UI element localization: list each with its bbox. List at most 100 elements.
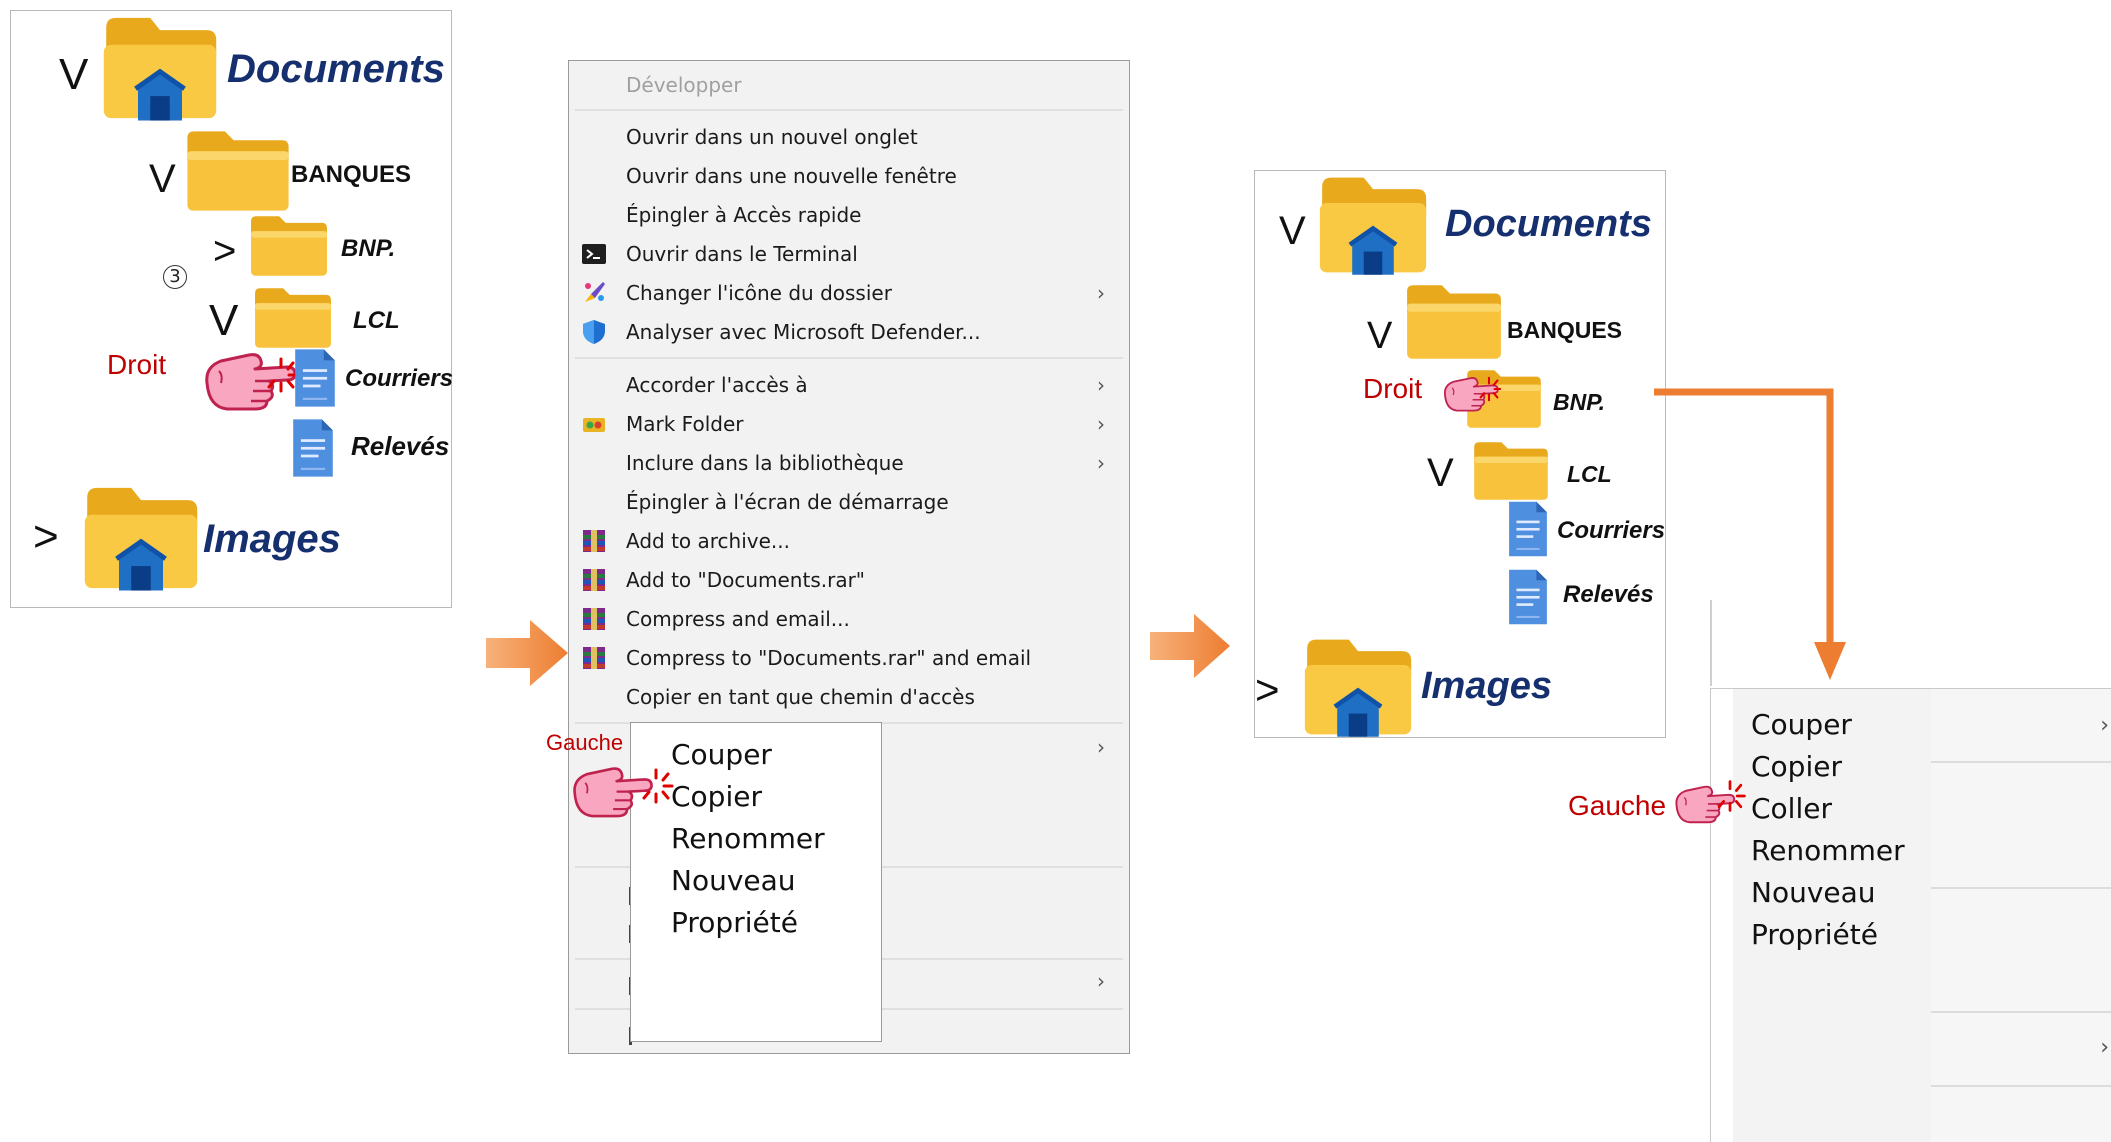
- expand-caret-images[interactable]: >: [33, 515, 59, 559]
- menu-item-inclure-bibliotheque[interactable]: Inclure dans la bibliothèque ›: [569, 443, 1129, 482]
- explorer-tree-panel-2: V Documents V BANQUES Droit BNP. V LCL C…: [1254, 170, 1666, 738]
- winrar-icon: [581, 528, 607, 554]
- menu-item-developper: Développer: [569, 65, 1129, 104]
- menu-item-compress-email[interactable]: Compress and email...: [569, 599, 1129, 638]
- menu-label: Changer l'icône du dossier: [626, 280, 892, 305]
- menu-separator: [1931, 761, 2111, 763]
- step-marker-3: 3: [163, 265, 187, 289]
- submenu-item-coller[interactable]: Coller: [1751, 795, 1832, 823]
- menu-item-ouvrir-fenetre[interactable]: Ouvrir dans une nouvelle fenêtre: [569, 156, 1129, 195]
- menu-item-accorder-acces[interactable]: Accorder l'accès à ›: [569, 365, 1129, 404]
- menu-separator: [575, 357, 1123, 359]
- menu-separator: [575, 109, 1123, 111]
- menu-label: Épingler à l'écran de démarrage: [626, 489, 949, 514]
- tree-item-releves[interactable]: Relevés: [351, 433, 449, 459]
- menu-right-region: [1931, 689, 2111, 1142]
- documents-folder-icon: [97, 13, 223, 123]
- expand-caret-documents[interactable]: V: [1279, 211, 1306, 251]
- menu-item-compress-to-rar-email[interactable]: Compress to "Documents.rar" and email: [569, 638, 1129, 677]
- menu-item-epingler-demarrage[interactable]: Épingler à l'écran de démarrage: [569, 482, 1129, 521]
- menu-label: Ouvrir dans un nouvel onglet: [626, 124, 918, 149]
- submenu-item-copier[interactable]: Copier: [1751, 753, 1842, 781]
- submenu-item-nouveau[interactable]: Nouveau: [671, 867, 796, 895]
- menu-item-ouvrir-onglet[interactable]: Ouvrir dans un nouvel onglet: [569, 117, 1129, 156]
- winrar-icon: [581, 567, 607, 593]
- courriers-doc-icon: [1507, 499, 1549, 559]
- tree-item-images[interactable]: Images: [203, 519, 341, 559]
- menu-separator: [1931, 1011, 2111, 1013]
- courriers-doc-icon: [293, 347, 337, 409]
- menu-label: Add to archive...: [626, 528, 790, 553]
- releves-doc-icon: [1507, 567, 1549, 627]
- expand-caret-lcl[interactable]: V: [209, 299, 238, 343]
- divider-line: [1710, 600, 1712, 686]
- droit-label: Droit: [107, 349, 167, 380]
- submenu-item-copier[interactable]: Copier: [671, 783, 762, 811]
- submenu-item-renommer[interactable]: Renommer: [671, 825, 825, 853]
- menu-item-analyser-defender[interactable]: Analyser avec Microsoft Defender...: [569, 312, 1129, 351]
- orange-connector-arrow: [1654, 388, 1846, 680]
- submenu-chevron-icon: ›: [1097, 372, 1105, 397]
- tree-item-banques[interactable]: BANQUES: [291, 163, 411, 187]
- gauche-label-2: Gauche: [1568, 790, 1667, 821]
- defender-shield-icon: [583, 319, 605, 344]
- menu-item-ouvrir-terminal[interactable]: Ouvrir dans le Terminal: [569, 234, 1129, 273]
- submenu-item-propriete[interactable]: Propriété: [671, 909, 798, 937]
- tree-item-lcl[interactable]: LCL: [1567, 463, 1612, 486]
- menu-label: Inclure dans la bibliothèque: [626, 450, 904, 475]
- menu-item-mark-folder[interactable]: Mark Folder ›: [569, 404, 1129, 443]
- click-burst-icon: [1712, 778, 1748, 814]
- images-folder-icon: [79, 483, 203, 593]
- expand-caret-images[interactable]: >: [1255, 669, 1280, 711]
- gauche-label-1: Gauche: [546, 730, 624, 755]
- documents-folder-icon: [1315, 173, 1431, 277]
- expand-caret-banques[interactable]: V: [1367, 317, 1392, 355]
- submenu-chevron-icon: ›: [1097, 450, 1105, 475]
- releves-doc-icon: [291, 417, 335, 479]
- tree-item-images[interactable]: Images: [1421, 667, 1552, 705]
- images-folder-icon: [1299, 635, 1417, 739]
- menu-item-epingler-acces-rapide[interactable]: Épingler à Accès rapide: [569, 195, 1129, 234]
- menu-label: Mark Folder: [626, 411, 744, 436]
- expand-caret-documents[interactable]: V: [59, 53, 88, 97]
- submenu-item-couper[interactable]: Couper: [671, 741, 772, 769]
- menu-label: Compress and email...: [626, 606, 850, 631]
- tree-item-lcl[interactable]: LCL: [353, 309, 400, 333]
- bnp-folder-icon: [247, 213, 331, 279]
- tree-item-banques[interactable]: BANQUES: [1507, 319, 1622, 342]
- submenu-chevron-icon: ›: [2100, 1035, 2109, 1060]
- tree-item-courriers[interactable]: Courriers: [1557, 519, 1665, 543]
- banques-folder-icon: [1403, 281, 1505, 363]
- submenu-chevron-icon: ›: [1097, 280, 1105, 305]
- submenu-item-couper[interactable]: Couper: [1751, 711, 1852, 739]
- menu-separator: [1931, 1085, 2111, 1087]
- menu-item-add-to-archive[interactable]: Add to archive...: [569, 521, 1129, 560]
- banques-folder-icon: [183, 127, 293, 215]
- menu-label: Ouvrir dans une nouvelle fenêtre: [626, 163, 957, 188]
- tree-item-releves[interactable]: Relevés: [1563, 583, 1654, 607]
- submenu-chevron-icon: ›: [1097, 735, 1105, 759]
- tree-item-bnp[interactable]: BNP.: [1553, 391, 1605, 414]
- tree-item-documents[interactable]: Documents: [227, 49, 445, 89]
- tree-item-documents[interactable]: Documents: [1445, 205, 1652, 243]
- menu-item-changer-icone[interactable]: Changer l'icône du dossier ›: [569, 273, 1129, 312]
- submenu-item-nouveau[interactable]: Nouveau: [1751, 879, 1876, 907]
- tree-item-bnp[interactable]: BNP.: [341, 237, 395, 261]
- menu-item-copier-chemin[interactable]: Copier en tant que chemin d'accès: [569, 677, 1129, 716]
- menu-label: Compress to "Documents.rar" and email: [626, 645, 1032, 670]
- expand-caret-banques[interactable]: V: [149, 159, 176, 199]
- expand-caret-lcl[interactable]: V: [1427, 453, 1454, 493]
- submenu-item-renommer[interactable]: Renommer: [1751, 837, 1905, 865]
- menu-separator: [1931, 887, 2111, 889]
- submenu-item-propriete[interactable]: Propriété: [1751, 921, 1878, 949]
- lcl-folder-icon: [251, 285, 335, 351]
- menu-label: Ouvrir dans le Terminal: [626, 241, 858, 266]
- expand-caret-bnp[interactable]: >: [213, 231, 236, 271]
- edit-context-menu-2: › › Couper Copier Coller Renommer Nouvea…: [1710, 688, 2111, 1142]
- tree-item-courriers[interactable]: Courriers: [345, 367, 453, 391]
- paint-icon: [585, 281, 605, 302]
- explorer-tree-panel-1: V Documents V BANQUES > BNP. 3 V LCL Dro…: [10, 10, 453, 608]
- menu-item-add-to-documents-rar[interactable]: Add to "Documents.rar": [569, 560, 1129, 599]
- menu-gutter: [1711, 689, 1733, 1142]
- orange-arrow-right-2: [1150, 614, 1230, 678]
